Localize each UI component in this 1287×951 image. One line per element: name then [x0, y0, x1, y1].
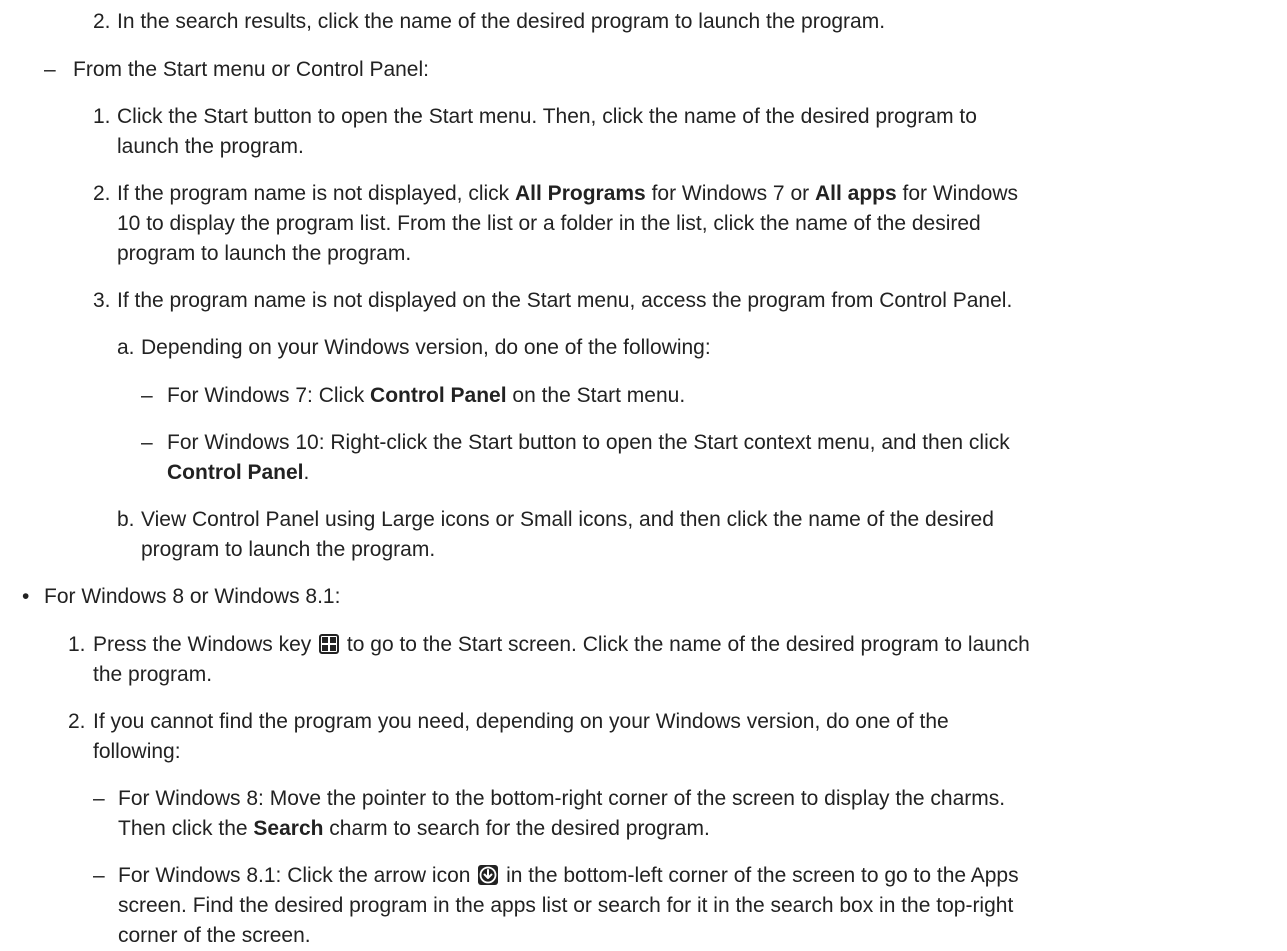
step-number: 3.	[93, 289, 111, 312]
dash-marker: –	[44, 58, 56, 81]
option-text-windows-8-1: screen. Find the desired program in the …	[118, 894, 1014, 917]
step-number: 2.	[93, 10, 111, 33]
option-text-windows-7: For Windows 7: Click Control Panel on th…	[167, 384, 686, 407]
dash-marker: –	[141, 431, 153, 454]
option-text-windows-10: For Windows 10: Right-click the Start bu…	[167, 431, 1010, 454]
step-number: 1.	[93, 105, 111, 128]
option-text-windows-8-1: corner of the screen.	[118, 924, 311, 947]
substep-letter: b.	[117, 508, 135, 531]
step-text: 10 to display the program list. From the…	[117, 212, 981, 235]
dash-marker: –	[141, 384, 153, 407]
document-page: 2. In the search results, click the name…	[0, 0, 1287, 947]
step-text: the program.	[93, 663, 213, 686]
section-heading-windows-8: For Windows 8 or Windows 8.1:	[44, 585, 341, 608]
substep-letter: a.	[117, 336, 135, 359]
control-panel-term: Control Panel	[370, 384, 507, 407]
substep-text: Depending on your Windows version, do on…	[141, 336, 711, 359]
step-text: launch the program.	[117, 135, 304, 158]
step-number: 2.	[93, 182, 111, 205]
step-number: 2.	[68, 710, 86, 733]
step-text: In the search results, click the name of…	[117, 10, 886, 33]
option-text-windows-10: Control Panel.	[167, 461, 310, 484]
bullet-marker: •	[22, 585, 30, 608]
substep-text: View Control Panel using Large icons or …	[141, 508, 994, 531]
step-text: Press the Windows key to go to the Start…	[93, 630, 1030, 663]
arrow-down-circle-icon	[478, 864, 499, 894]
dash-marker: –	[93, 787, 105, 810]
substep-text: program to launch the program.	[141, 538, 436, 561]
step-text: following:	[93, 740, 181, 763]
all-programs-term: All Programs	[515, 182, 646, 205]
windows-key-icon	[319, 633, 340, 663]
search-charm-term: Search	[253, 817, 324, 840]
option-text-windows-8-1: For Windows 8.1: Click the arrow icon in…	[118, 861, 1019, 894]
step-number: 1.	[68, 633, 86, 656]
option-text-windows-8: Then click the Search charm to search fo…	[118, 817, 710, 840]
option-text-windows-8: For Windows 8: Move the pointer to the b…	[118, 787, 1006, 810]
step-text: program to launch the program.	[117, 242, 412, 265]
dash-marker: –	[93, 864, 105, 887]
step-text: If the program name is not displayed, cl…	[117, 182, 1019, 205]
step-text: If you cannot find the program you need,…	[93, 710, 949, 733]
step-text: Click the Start button to open the Start…	[117, 105, 977, 128]
control-panel-term: Control Panel	[167, 461, 304, 484]
all-apps-term: All apps	[814, 182, 897, 205]
step-text: If the program name is not displayed on …	[117, 289, 1013, 312]
section-heading-start-menu: From the Start menu or Control Panel:	[73, 58, 429, 81]
